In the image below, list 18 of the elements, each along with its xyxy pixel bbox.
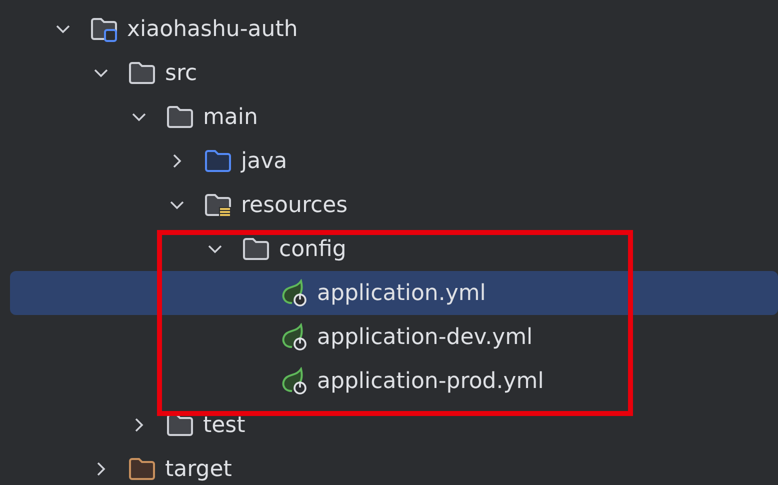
tree-item[interactable]: src — [10, 51, 778, 95]
folder-icon — [127, 455, 157, 483]
tree-item[interactable]: test — [10, 403, 778, 447]
tree-item[interactable]: application.yml — [10, 271, 778, 315]
tree-item[interactable]: target — [10, 447, 778, 485]
resources-folder-icon — [203, 191, 233, 219]
tree-item[interactable]: xiaohashu-auth — [10, 7, 778, 51]
tree-item[interactable]: config — [10, 227, 778, 271]
tree-item[interactable]: application-dev.yml — [10, 315, 778, 359]
tree-item[interactable]: java — [10, 139, 778, 183]
module-folder-icon — [89, 15, 119, 43]
folder-icon — [241, 235, 271, 263]
folder-icon — [203, 147, 233, 175]
tree-item[interactable]: resources — [10, 183, 778, 227]
folder-icon — [127, 59, 157, 87]
folder-icon — [165, 103, 195, 131]
tree-item[interactable]: application-prod.yml — [10, 359, 778, 403]
tree-item[interactable]: main — [10, 95, 778, 139]
